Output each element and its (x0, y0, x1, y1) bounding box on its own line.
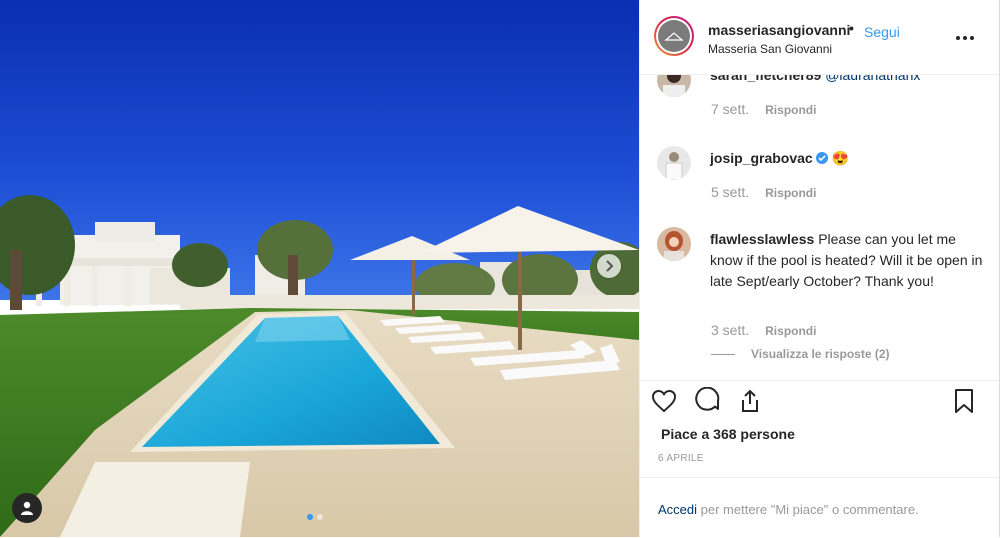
view-replies-label: Visualizza le risposte (2) (751, 347, 890, 361)
login-text: Accedi per mettere "Mi piace" o commenta… (658, 502, 919, 517)
commenter-avatar[interactable] (657, 227, 691, 261)
more-options-button[interactable] (955, 24, 975, 47)
commenter-avatar[interactable] (657, 75, 691, 97)
like-button[interactable] (650, 387, 678, 415)
comment-icon (695, 386, 720, 411)
action-bar (640, 380, 999, 421)
comment-body: flawlesslawless Please can you let me kn… (710, 229, 990, 292)
comment-username[interactable]: flawlesslawless (710, 231, 814, 247)
author-username[interactable]: masseriasangiovanni (708, 22, 850, 38)
comment-body: sarah_fletcher89 @laurahathanx (710, 75, 990, 86)
post-photo[interactable] (0, 0, 639, 537)
login-link[interactable]: Accedi (658, 502, 697, 517)
user-tag-icon (21, 501, 33, 515)
comment-time[interactable]: 5 sett. (711, 184, 749, 200)
comment-text: 😍 (831, 150, 850, 166)
reply-button[interactable]: Rispondi (765, 324, 816, 338)
reply-button[interactable]: Rispondi (765, 186, 816, 200)
share-button[interactable] (736, 387, 764, 415)
follow-button[interactable]: Segui (864, 24, 900, 40)
likes-count[interactable]: Piace a 368 persone (661, 426, 795, 442)
view-replies-button[interactable]: Visualizza le risposte (2) (711, 347, 890, 361)
next-image-button[interactable] (597, 254, 621, 278)
commenter-avatar[interactable] (657, 146, 691, 180)
comment-username[interactable]: sarah_fletcher89 (710, 75, 821, 83)
reply-button[interactable]: Rispondi (765, 103, 816, 117)
save-button[interactable] (950, 387, 978, 415)
login-prompt: Accedi per mettere "Mi piace" o commenta… (640, 477, 999, 538)
verified-badge-icon (815, 152, 828, 164)
bookmark-icon (955, 389, 973, 413)
comments-list[interactable]: sarah_fletcher89 @laurahathanx 7 sett. R… (640, 75, 999, 380)
post-date: 6 APRILE (658, 453, 704, 464)
login-rest-text: per mettere "Mi piace" o commentare. (697, 502, 919, 517)
masseria-logo-icon (658, 20, 690, 52)
post-location[interactable]: Masseria San Giovanni (708, 42, 832, 56)
avatar-inner (656, 18, 692, 54)
chevron-right-icon (606, 260, 614, 272)
comment-button[interactable] (694, 386, 722, 415)
separator-bullet: • (849, 20, 854, 36)
comment-meta: 3 sett. Rispondi (711, 322, 816, 338)
comment-meta: 5 sett. Rispondi (711, 184, 816, 200)
post-header: masseriasangiovanni • Segui Masseria San… (640, 0, 999, 75)
share-icon (742, 389, 758, 412)
comment-body: josip_grabovac 😍 (710, 148, 990, 169)
comment-time[interactable]: 7 sett. (711, 101, 749, 117)
carousel-dot (317, 514, 323, 520)
comment-username[interactable]: josip_grabovac (710, 150, 813, 166)
carousel-indicator (307, 514, 323, 520)
author-avatar[interactable] (654, 16, 694, 56)
post-sidebar: masseriasangiovanni • Segui Masseria San… (639, 0, 1000, 537)
instagram-post-modal: masseriasangiovanni • Segui Masseria San… (0, 0, 1000, 537)
heart-icon (651, 389, 677, 413)
comment-mention[interactable]: @laurahathanx (825, 75, 920, 83)
more-dots-icon (956, 36, 974, 40)
comment-meta: 7 sett. Rispondi (711, 101, 816, 117)
replies-divider (711, 353, 735, 355)
user-tag-button[interactable] (12, 493, 42, 523)
pool-photo-illustration (0, 0, 639, 537)
comment-time[interactable]: 3 sett. (711, 322, 749, 338)
carousel-dot-active (307, 514, 313, 520)
